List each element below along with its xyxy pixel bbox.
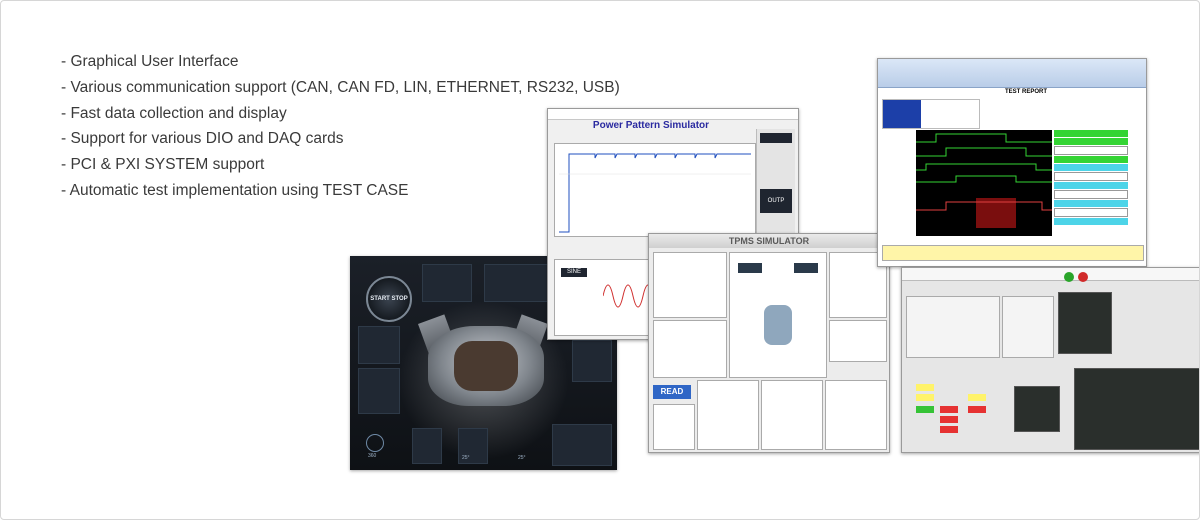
temp-left: 25°: [462, 455, 470, 461]
pattern-line: [559, 153, 751, 233]
signal-waveform: [916, 130, 1052, 236]
legend-item: [1054, 164, 1128, 171]
signal-legend: [1054, 130, 1128, 226]
feature-item: - PCI & PXI SYSTEM support: [61, 156, 265, 174]
legend-item: [1054, 218, 1128, 225]
slide-frame: - Graphical User Interface - Various com…: [0, 0, 1200, 520]
legend-item: [1054, 182, 1128, 189]
window-titlebar: [548, 109, 798, 120]
output-button[interactable]: OUTP: [760, 189, 792, 213]
camera-view-2: [1074, 368, 1199, 450]
status-button-yellow[interactable]: [916, 394, 934, 401]
legend-item: [1054, 146, 1128, 155]
read-button[interactable]: READ: [653, 385, 691, 399]
light-panel: [358, 326, 400, 364]
signal-result-panel: [829, 320, 887, 362]
feature-item: - Fast data collection and display: [61, 104, 287, 122]
side-menu-panel: [572, 340, 612, 382]
pattern-plot-svg: [559, 153, 751, 233]
temp-right: 25°: [518, 455, 526, 461]
gear-panel: [422, 264, 472, 302]
gauge-label: 360: [368, 453, 377, 459]
vision-dashboard-screenshot: [901, 267, 1199, 453]
feature-item: - Support for various DIO and DAQ cards: [61, 130, 344, 148]
trace-4: [916, 175, 1052, 183]
trace-2: [916, 147, 1052, 157]
trace-1: [916, 133, 1052, 143]
diag-tabs-panel: [653, 320, 727, 378]
trace-3: [916, 163, 1052, 171]
tpms-screenshot: TPMS SIMULATOR READ: [648, 233, 890, 453]
legend-item: [1054, 208, 1128, 217]
status-button-red[interactable]: [940, 406, 958, 413]
feature-item: - Various communication support (CAN, CA…: [61, 78, 620, 96]
feature-list: - Graphical User Interface - Various com…: [61, 49, 620, 204]
side-label: [760, 133, 792, 143]
pattern-plot: [554, 143, 756, 237]
report-title: TEST REPORT: [1004, 89, 1047, 95]
status-button-red[interactable]: [940, 426, 958, 433]
legend-item: [1054, 138, 1128, 145]
excel-ribbon: [878, 59, 1146, 88]
camera-view-1: [1058, 292, 1112, 354]
report-meta: [882, 99, 980, 129]
signal-status: [794, 263, 818, 273]
status-led-red: [1078, 272, 1088, 282]
seat-panel: [552, 424, 612, 466]
start-diagnostic-panel: [653, 404, 695, 450]
camera-view-3: [1014, 386, 1060, 432]
data-panel-left: [906, 296, 1000, 358]
app-title: Power Pattern Simulator: [592, 120, 710, 131]
dashboard-header: [902, 268, 1199, 281]
waveform-svg: [916, 133, 1052, 228]
feature-item: - Automatic test implementation using TE…: [61, 181, 409, 199]
can-panel: [653, 252, 727, 318]
tpm-status: [738, 263, 762, 273]
climate-panel: [484, 264, 550, 302]
legend-item: [1054, 130, 1128, 137]
tire-panel: [729, 252, 827, 378]
manufacturer-panel: [761, 380, 823, 450]
data-panel-right: [1002, 296, 1054, 358]
tpms-title: TPMS SIMULATOR: [649, 234, 889, 248]
car-cabin: [454, 341, 518, 391]
start-stop-button: START STOP: [366, 276, 412, 322]
status-button-red[interactable]: [940, 416, 958, 423]
report-footer-row: [882, 245, 1144, 261]
legend-item: [1054, 190, 1128, 199]
legend-item: [1054, 172, 1128, 181]
status-led-green: [1064, 272, 1074, 282]
alarm-button[interactable]: [968, 406, 986, 413]
steering-icon: [366, 434, 384, 452]
seat-heat-left: [412, 428, 442, 464]
test-report-screenshot: TEST REPORT: [877, 58, 1147, 267]
car-icon: [764, 305, 792, 345]
waveform-label: SINE: [561, 268, 587, 277]
legend-item: [1054, 200, 1128, 207]
report-meta-labels: [883, 100, 921, 128]
status-button-green[interactable]: [916, 406, 934, 413]
feature-item: - Graphical User Interface: [61, 53, 239, 70]
identifier-panel: [697, 380, 759, 450]
status-button-yellow[interactable]: [916, 384, 934, 391]
wiper-panel: [358, 368, 400, 414]
legend-item: [1054, 156, 1128, 163]
sensor-panel: [825, 380, 887, 450]
door-button[interactable]: [968, 394, 986, 401]
